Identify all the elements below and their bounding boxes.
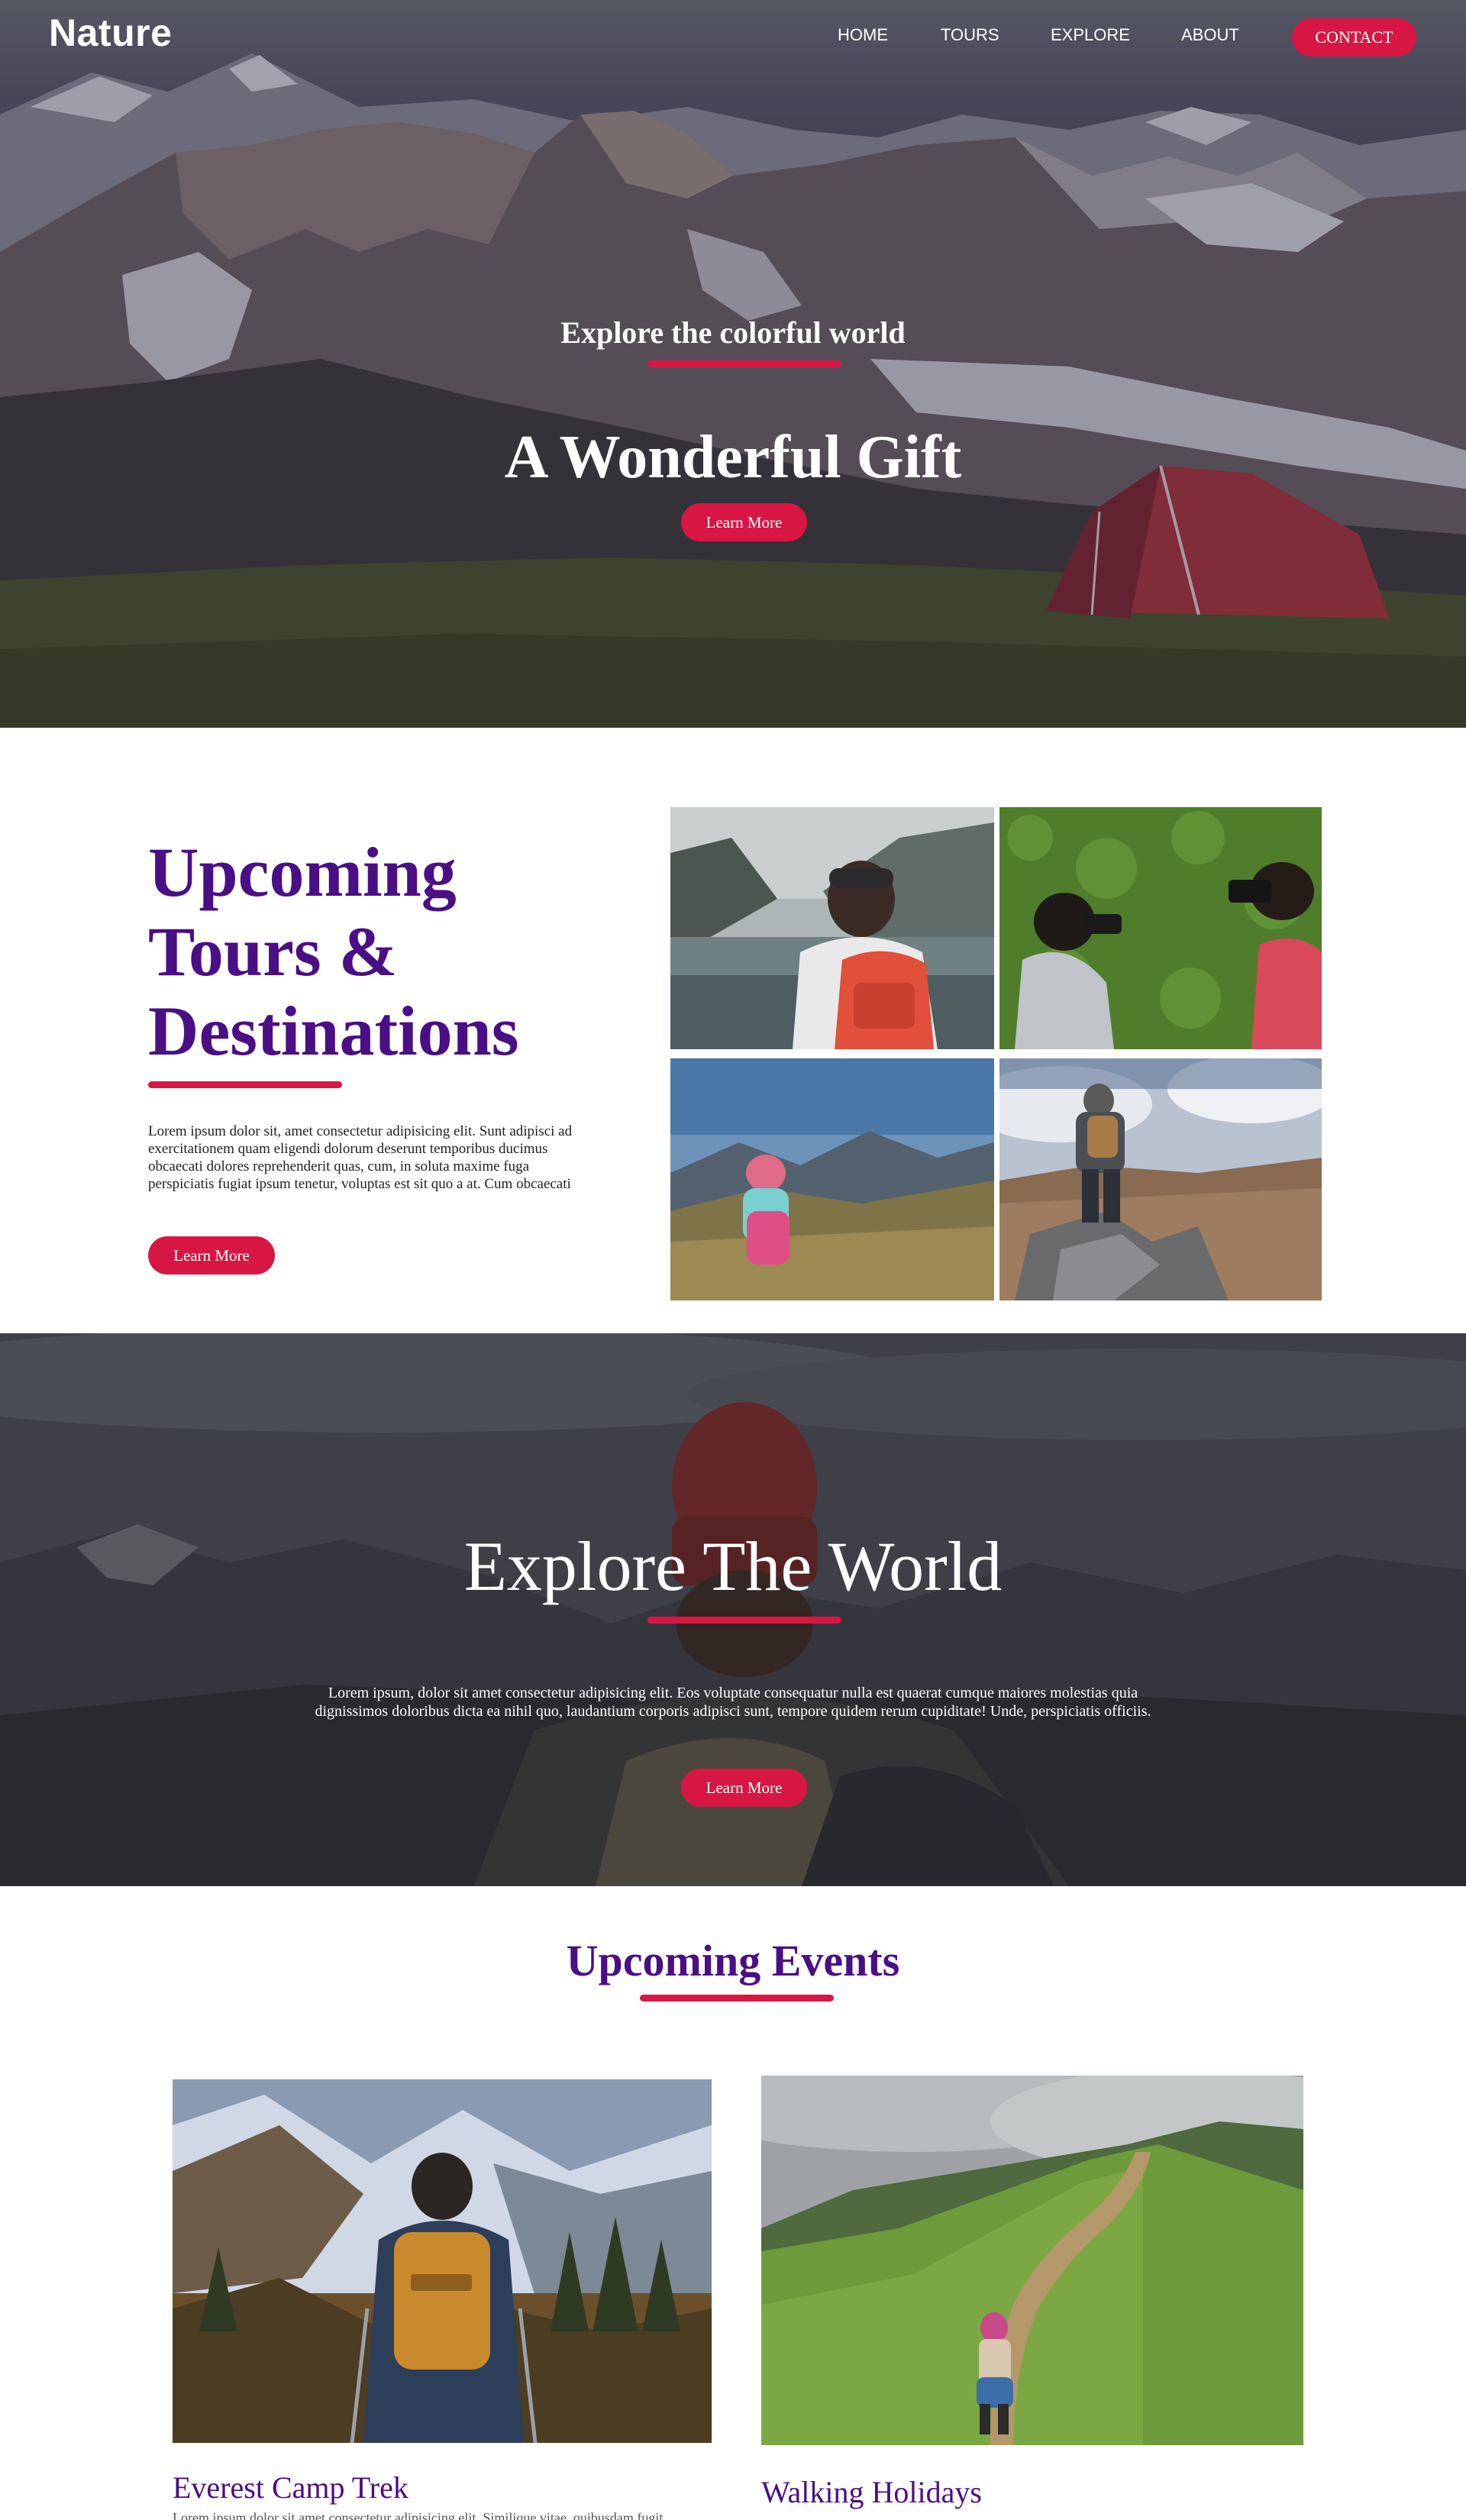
event-photo-everest xyxy=(173,2079,712,2443)
tour-photo-mountain-girl xyxy=(670,1058,994,1300)
hero-subtitle: Explore the colorful world xyxy=(560,315,906,350)
hero-section: Nature HOME TOURS EXPLORE ABOUT CONTACT … xyxy=(0,0,1466,728)
hero-learn-more-button[interactable]: Learn More xyxy=(681,503,807,541)
tours-title-line: Destinations xyxy=(148,992,519,1070)
event-photo-walking xyxy=(761,2076,1303,2445)
nav-link-tours[interactable]: TOURS xyxy=(941,25,999,45)
nav-link-explore[interactable]: EXPLORE xyxy=(1051,25,1130,45)
contact-button[interactable]: CONTACT xyxy=(1292,18,1416,57)
explore-title: Explore The World xyxy=(463,1527,1003,1605)
tour-photo-lake-hiker xyxy=(670,807,994,1049)
explore-description: Lorem ipsum, dolor sit amet consectetur … xyxy=(315,1685,1151,1720)
nav-link-home[interactable]: HOME xyxy=(838,25,888,45)
nav-link-about[interactable]: ABOUT xyxy=(1181,25,1239,45)
tours-title-line: Tours & xyxy=(148,913,398,990)
site-logo[interactable]: Nature xyxy=(49,11,172,55)
tour-photo-photographers xyxy=(999,807,1322,1049)
event-name[interactable]: Everest Camp Trek xyxy=(173,2470,408,2505)
hero-title: A Wonderful Gift xyxy=(504,424,962,491)
explore-learn-more-button[interactable]: Learn More xyxy=(681,1769,807,1807)
explore-title-underline xyxy=(647,1617,841,1623)
hero-subtitle-underline xyxy=(647,360,841,367)
tours-learn-more-button[interactable]: Learn More xyxy=(148,1236,275,1275)
tours-title: Upcoming Tours & Destinations xyxy=(148,832,606,1071)
event-description: Lorem ipsum dolor sit amet consectetur a… xyxy=(173,2510,664,2520)
event-name[interactable]: Walking Holidays xyxy=(761,2474,982,2510)
tours-title-underline xyxy=(148,1081,342,1088)
events-title: Upcoming Events xyxy=(566,1936,900,1985)
tours-description: Lorem ipsum dolor sit, amet consectetur … xyxy=(148,1123,573,1192)
tour-photo-rock-hiker xyxy=(999,1058,1322,1300)
events-title-underline xyxy=(640,1995,834,2001)
tours-title-line: Upcoming xyxy=(148,833,457,911)
top-navigation: Nature HOME TOURS EXPLORE ABOUT CONTACT xyxy=(0,0,1466,73)
